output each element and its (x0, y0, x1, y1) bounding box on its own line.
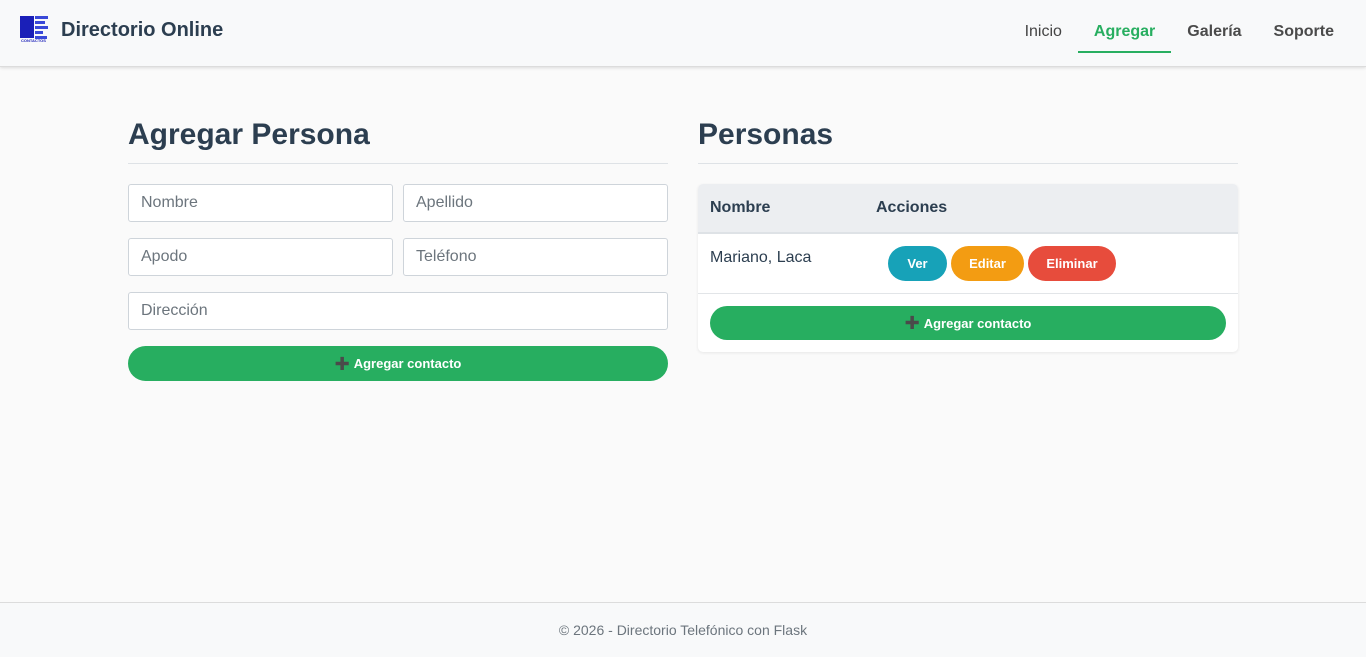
apellido-field[interactable]: Apellido (403, 184, 668, 222)
add-person-title: Agregar Persona (128, 116, 668, 164)
column-header-acciones: Acciones (876, 199, 948, 216)
brand[interactable]: CONTACTOS Directorio Online (20, 14, 223, 46)
view-button[interactable]: Ver (888, 246, 947, 281)
contacts-logo-icon: CONTACTOS (20, 14, 50, 46)
column-header-nombre: Nombre (710, 199, 771, 216)
nombre-field[interactable]: Nombre (128, 184, 393, 222)
add-contact-button[interactable]: ✚ Agregar contacto (128, 346, 668, 381)
nav-item-inicio[interactable]: Inicio (1009, 14, 1078, 53)
table-add-contact-button[interactable]: ✚ Agregar contacto (710, 306, 1226, 340)
table-footer: ✚ Agregar contacto (698, 294, 1238, 352)
table-header: Nombre Acciones (698, 184, 1238, 234)
navbar: CONTACTOS Directorio Online Inicio Agreg… (0, 0, 1366, 67)
apodo-field[interactable]: Apodo (128, 238, 393, 276)
nav-item-soporte[interactable]: Soporte (1258, 14, 1350, 53)
plus-icon: ✚ (904, 313, 920, 333)
people-title: Personas (698, 116, 1238, 164)
plus-icon: ✚ (334, 353, 350, 374)
row-actions: Ver Editar Eliminar (888, 246, 1116, 281)
logo-text: CONTACTOS (21, 38, 46, 43)
telefono-field[interactable]: Teléfono (403, 238, 668, 276)
brand-title: Directorio Online (61, 18, 224, 41)
footer-text: © 2026 - Directorio Telefónico con Flask (558, 622, 808, 638)
edit-button[interactable]: Editar (951, 246, 1024, 281)
person-name: Mariano, Laca (710, 248, 812, 266)
delete-button[interactable]: Eliminar (1028, 246, 1116, 281)
add-contact-label: Agregar contacto (353, 356, 462, 371)
table-row: Mariano, Laca Ver Editar Eliminar (698, 234, 1238, 294)
people-table: Nombre Acciones Mariano, Laca Ver Editar… (698, 184, 1238, 352)
main-nav: Inicio Agregar Galería Soporte (1009, 14, 1350, 53)
nav-item-galeria[interactable]: Galería (1171, 14, 1257, 53)
add-person-section: Agregar Persona Nombre Apellido Apodo Te… (128, 116, 668, 381)
page-footer: © 2026 - Directorio Telefónico con Flask (0, 602, 1366, 657)
direccion-field[interactable]: Dirección (128, 292, 668, 330)
people-section: Personas Nombre Acciones Mariano, Laca V… (698, 116, 1238, 352)
nav-item-agregar[interactable]: Agregar (1077, 14, 1172, 53)
table-add-contact-label: Agregar contacto (923, 315, 1032, 331)
